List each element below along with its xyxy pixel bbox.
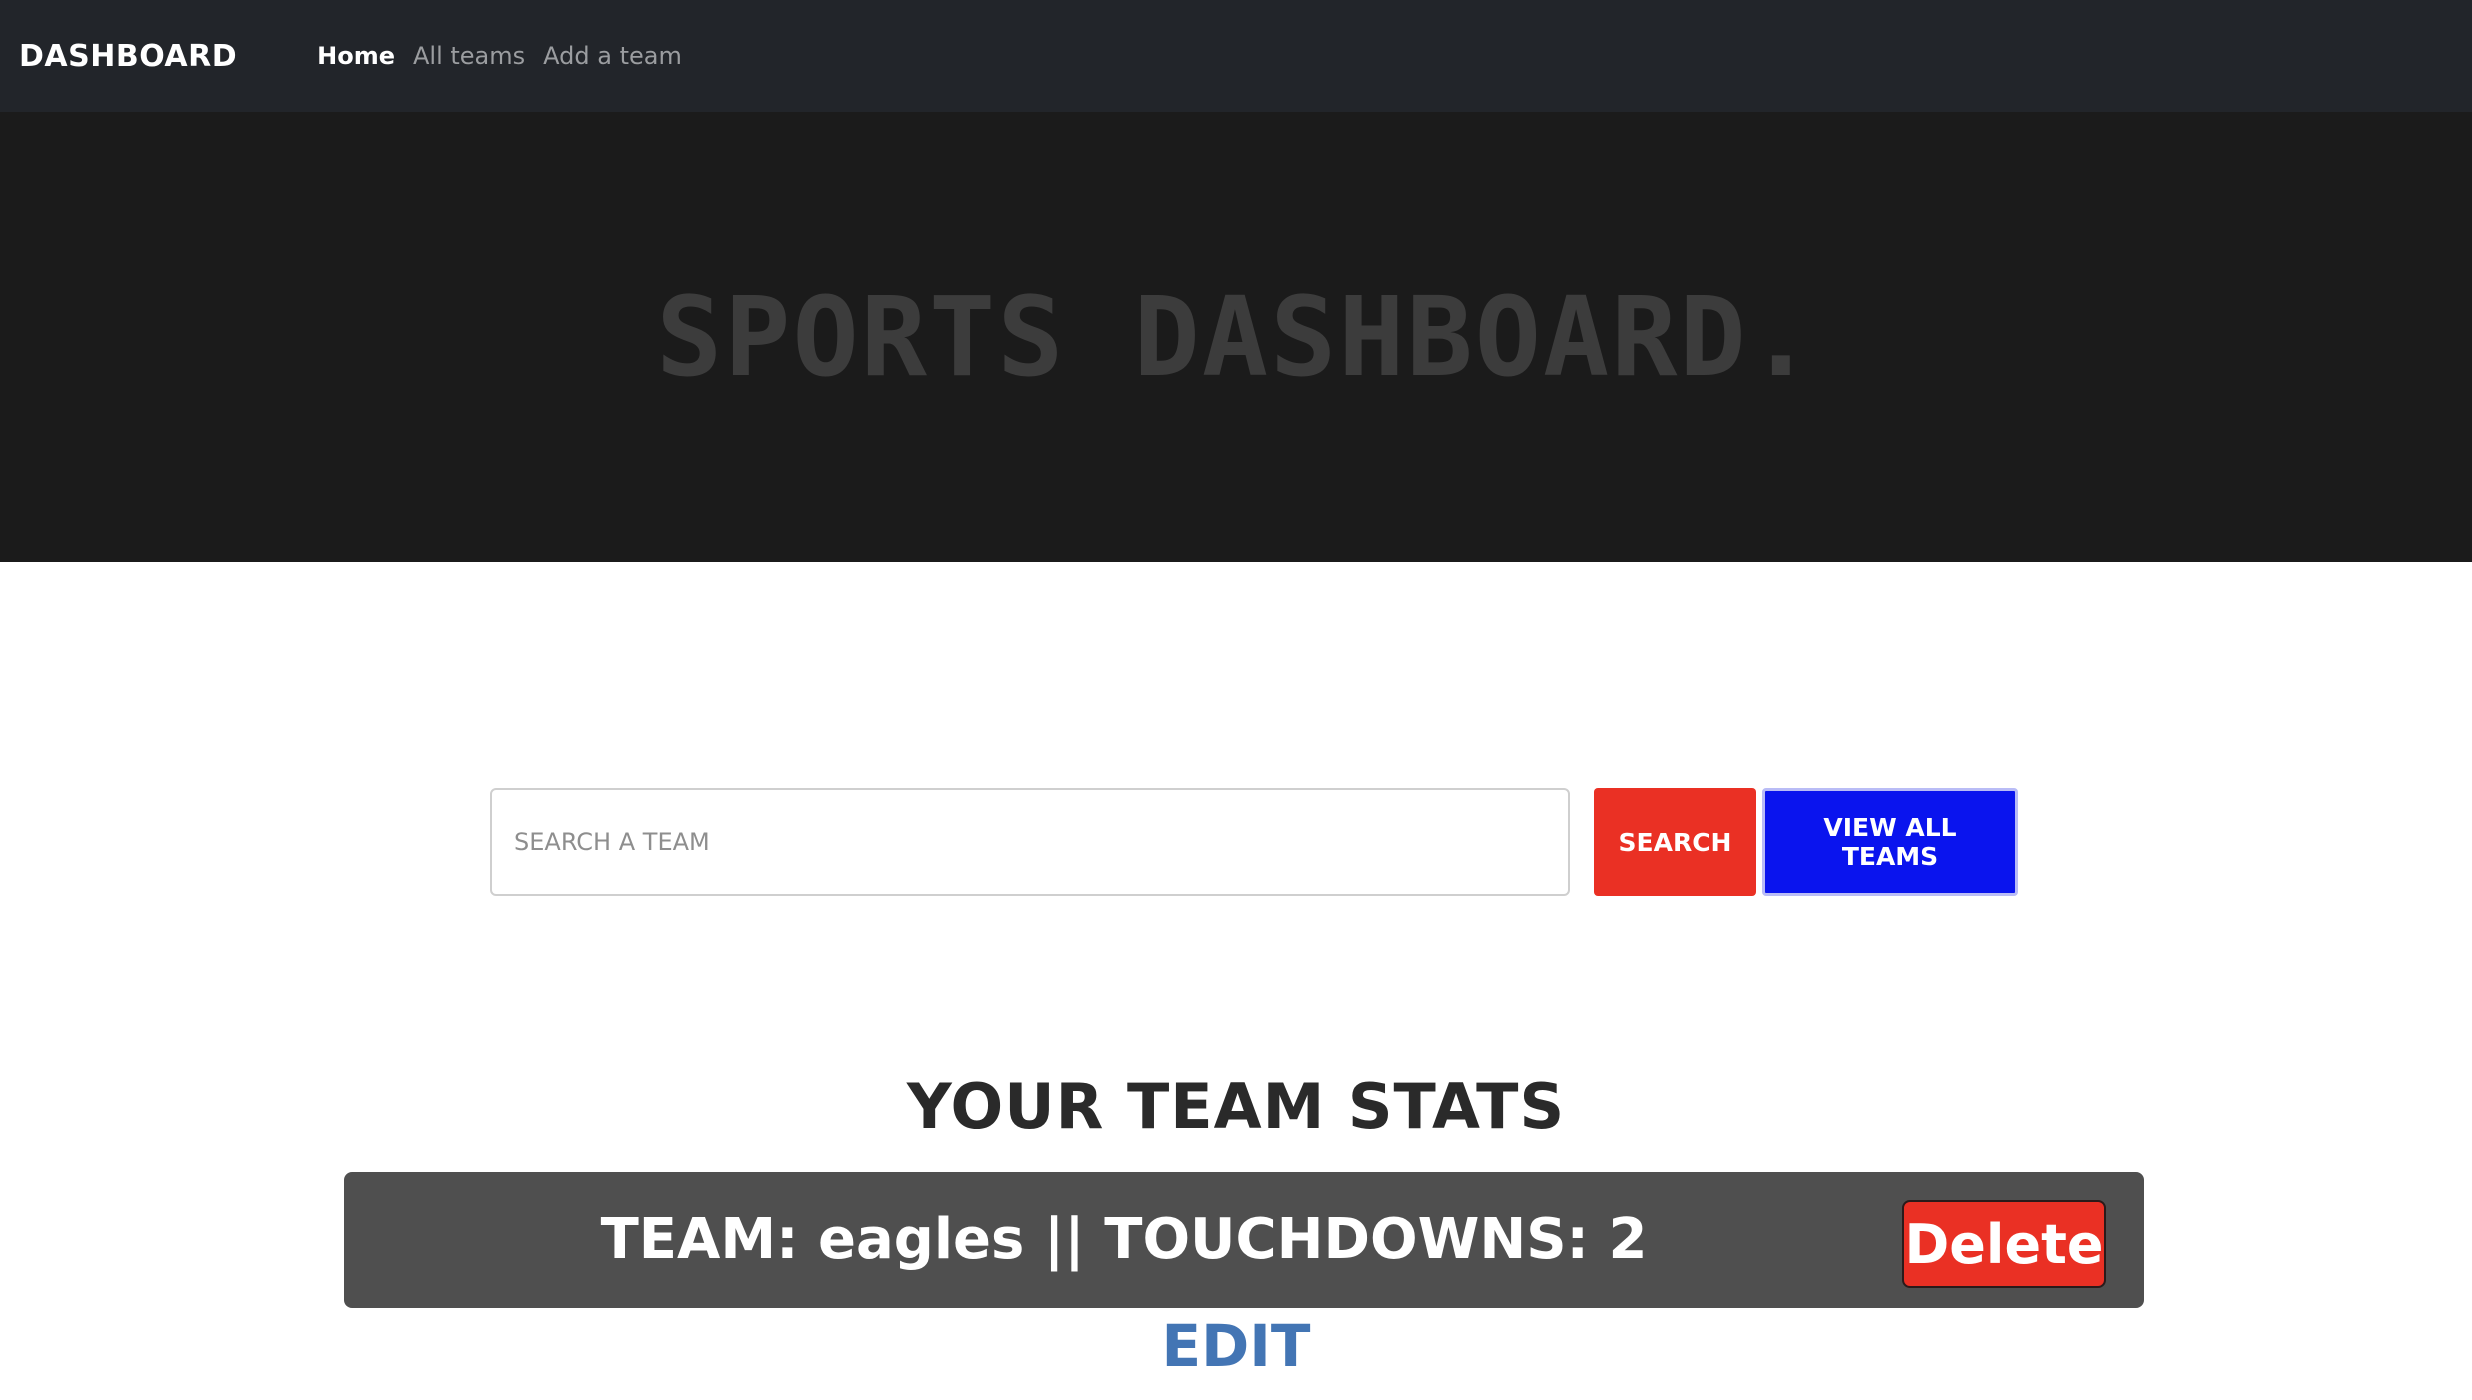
hero-title: SPORTS DASHBOARD.: [656, 273, 1816, 401]
nav-link-add-team[interactable]: Add a team: [543, 42, 682, 70]
search-button[interactable]: SEARCH: [1594, 788, 1756, 896]
search-input[interactable]: [490, 788, 1570, 896]
team-stats-title: YOUR TEAM STATS: [906, 1070, 1566, 1143]
hero-banner: SPORTS DASHBOARD.: [0, 112, 2472, 562]
top-navbar: DASHBOARD Home All teams Add a team: [0, 0, 2472, 112]
delete-team-button[interactable]: Delete: [1902, 1200, 2106, 1288]
brand-link[interactable]: DASHBOARD: [19, 39, 237, 74]
search-bar: SEARCH VIEW ALL TEAMS: [490, 788, 2018, 896]
edit-team-link[interactable]: EDIT: [0, 1312, 2472, 1380]
view-all-teams-button[interactable]: VIEW ALL TEAMS: [1762, 788, 2018, 896]
nav-link-home[interactable]: Home: [317, 42, 395, 70]
nav-link-all-teams[interactable]: All teams: [413, 42, 525, 70]
nav-links: Home All teams Add a team: [317, 42, 700, 70]
team-stat-card: TEAM: eagles || TOUCHDOWNS: 2 Delete: [344, 1172, 2144, 1308]
team-stat-summary: TEAM: eagles || TOUCHDOWNS: 2: [600, 1207, 1648, 1272]
